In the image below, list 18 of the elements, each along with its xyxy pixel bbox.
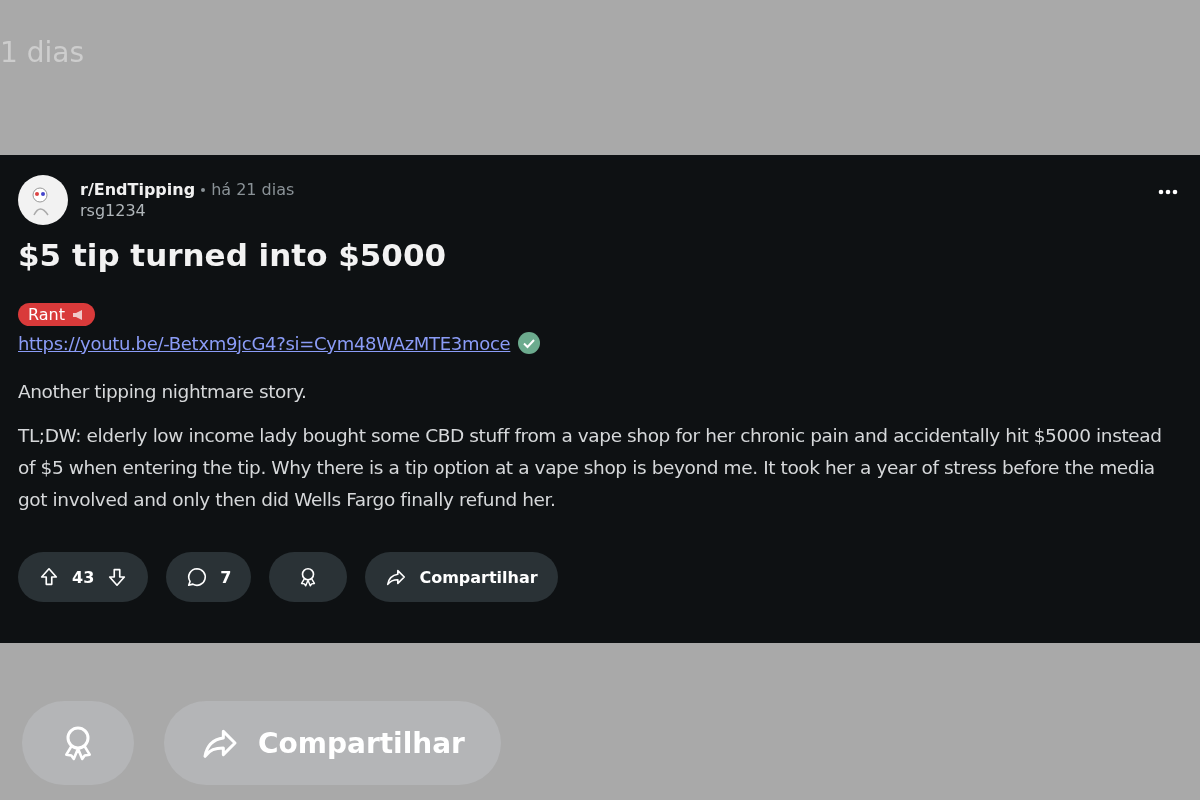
checkmark-icon	[518, 332, 541, 354]
post-text: Another tipping nightmare story.	[18, 380, 308, 404]
speech-bubble-icon	[186, 566, 209, 588]
vote-count: 43	[72, 567, 95, 587]
more-options-icon[interactable]	[1158, 189, 1178, 195]
post-time: há 21 dias	[211, 180, 295, 199]
author-link[interactable]: rsg1234	[80, 201, 1146, 220]
post-text: TL;DW: elderly low income lady bought some CBD stuff from a vape shop for her chronic pain and accidentally hit $5000 instead of $5 when entering the tip. Why there is a tip option at a vape shop is beyond me. It took her a year of stress before the media got involved and only then did Wells Fargo finally refund her.	[18, 424, 1163, 512]
megaphone-icon	[71, 308, 85, 321]
video-link[interactable]: https://youtu.be/-Betxm9jcG4?si=Cym48WAzMTE3moce	[18, 332, 511, 354]
upvote-icon[interactable]	[38, 566, 60, 588]
comments-button[interactable]: 7	[166, 552, 252, 602]
subreddit-link[interactable]: r/EndTipping	[80, 180, 196, 199]
post-title: $5 tip turned into $5000	[18, 237, 448, 273]
share-button[interactable]: Compartilhar	[365, 552, 558, 602]
award-button[interactable]	[269, 552, 348, 602]
avatar-icon	[18, 175, 68, 225]
separator-dot-icon	[201, 187, 206, 192]
